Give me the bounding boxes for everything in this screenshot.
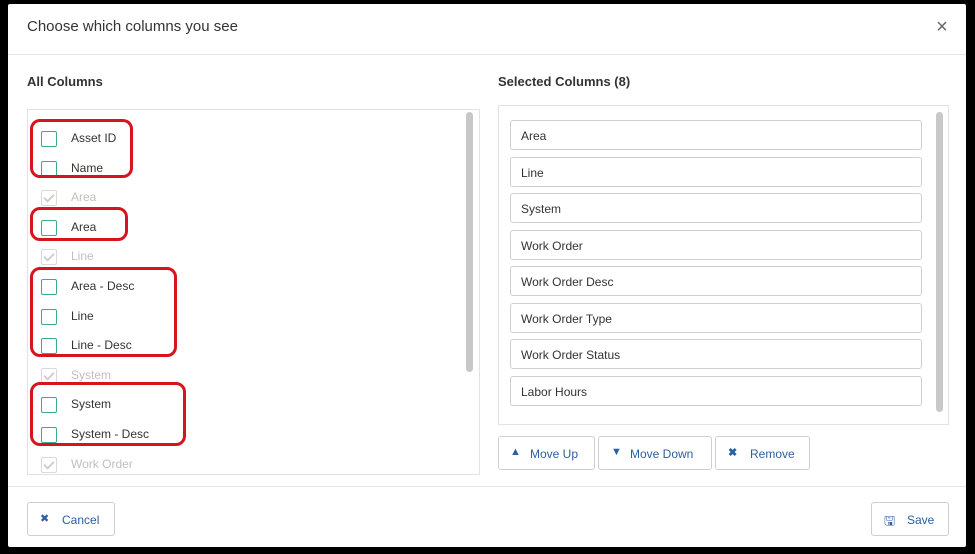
- column-option-label: System: [71, 367, 112, 382]
- column-option[interactable]: Line: [28, 301, 458, 331]
- cancel-label: Cancel: [62, 513, 100, 527]
- checkbox-checked-disabled: [41, 190, 57, 207]
- column-option-label: Line: [71, 249, 94, 264]
- all-columns-heading: All Columns: [27, 74, 103, 89]
- column-option[interactable]: Area - Desc: [28, 271, 458, 301]
- column-option: System: [28, 360, 458, 390]
- column-option[interactable]: Area: [28, 212, 458, 242]
- selected-column-label: Labor Hours: [521, 384, 588, 399]
- checkbox-checked-disabled: [41, 456, 57, 473]
- column-option[interactable]: Name: [28, 153, 458, 183]
- selected-column-label: Work Order Type: [521, 311, 612, 326]
- selected-column-label: Area: [521, 129, 547, 143]
- all-columns-scrollbar[interactable]: [466, 112, 473, 372]
- column-option-label: Line - Desc: [71, 338, 132, 353]
- dialog-title: Choose which columns you see: [27, 18, 238, 35]
- close-icon[interactable]: ×: [930, 15, 954, 39]
- all-columns-list: Asset ID Name Area Area Line Area - Desc Line L…: [27, 109, 480, 475]
- cancel-button[interactable]: ✖ Cancel: [27, 502, 115, 536]
- remove-button[interactable]: ✖ Remove: [715, 436, 810, 470]
- selected-column-item[interactable]: Line: [510, 156, 922, 187]
- checkbox[interactable]: [41, 427, 57, 443]
- checkbox[interactable]: [41, 308, 57, 325]
- selected-column-item[interactable]: Work Order: [510, 229, 922, 260]
- save-label: Save: [907, 513, 935, 527]
- move-down-button[interactable]: ▼ Move Down: [598, 436, 712, 470]
- save-button[interactable]: 🖫 Save: [871, 502, 949, 536]
- x-icon: ✖: [40, 513, 50, 525]
- caret-up-icon: ▲: [510, 446, 521, 458]
- column-option-label: Area: [71, 219, 97, 234]
- column-option: Line: [28, 241, 458, 271]
- selected-column-item[interactable]: Labor Hours: [510, 375, 922, 406]
- selected-column-label: Line: [521, 165, 544, 180]
- checkbox-checked-disabled: [41, 367, 57, 384]
- checkbox[interactable]: [41, 397, 57, 414]
- selected-column-label: System: [521, 202, 562, 216]
- floppy-disk-icon: 🖫: [884, 513, 896, 528]
- dialog-header: Choose which columns you see ×: [8, 4, 966, 55]
- column-option-label: Line: [71, 308, 94, 323]
- column-option[interactable]: Asset ID: [28, 123, 458, 153]
- column-option[interactable]: System - Desc: [28, 419, 458, 449]
- dialog-footer: [8, 486, 966, 547]
- column-option-label: Asset ID: [71, 131, 117, 145]
- column-chooser-dialog: Choose which columns you see × All Colum…: [8, 4, 966, 547]
- column-option-label: System: [71, 397, 112, 412]
- column-option-label: Work Order: [71, 456, 133, 471]
- caret-down-icon: ▼: [611, 446, 622, 458]
- selected-column-item[interactable]: System: [510, 193, 922, 223]
- selected-columns-heading: Selected Columns (8): [498, 74, 631, 89]
- remove-label: Remove: [750, 447, 795, 461]
- checkbox[interactable]: [41, 160, 57, 177]
- selected-columns-list: Area Line System Work Order Work Order Desc W…: [498, 105, 949, 425]
- column-option-label: Area - Desc: [71, 279, 135, 293]
- x-icon: ✖: [728, 447, 738, 459]
- move-up-label: Move Up: [530, 447, 579, 461]
- selected-columns-scrollbar[interactable]: [936, 112, 943, 412]
- column-option-label: Area: [71, 190, 97, 205]
- selected-column-item[interactable]: Work Order Desc: [510, 266, 922, 296]
- selected-column-item[interactable]: Work Order Type: [510, 302, 922, 333]
- checkbox[interactable]: [41, 279, 57, 295]
- column-option-label: System - Desc: [71, 427, 150, 441]
- column-option: Work Order: [28, 449, 458, 474]
- checkbox[interactable]: [41, 219, 57, 236]
- move-down-label: Move Down: [630, 447, 694, 461]
- selected-column-label: Work Order Status: [521, 348, 621, 362]
- selected-column-label: Work Order Desc: [521, 275, 614, 289]
- selected-column-item[interactable]: Area: [510, 120, 922, 150]
- selected-column-label: Work Order: [521, 238, 583, 253]
- selected-column-item[interactable]: Work Order Status: [510, 339, 922, 369]
- checkbox-checked-disabled: [41, 249, 57, 266]
- checkbox[interactable]: [41, 131, 57, 147]
- column-option: Area: [28, 182, 458, 212]
- column-option[interactable]: System: [28, 389, 458, 419]
- move-up-button[interactable]: ▲ Move Up: [498, 436, 595, 470]
- column-option[interactable]: Line - Desc: [28, 330, 458, 360]
- checkbox[interactable]: [41, 338, 57, 355]
- column-option-label: Name: [71, 160, 104, 175]
